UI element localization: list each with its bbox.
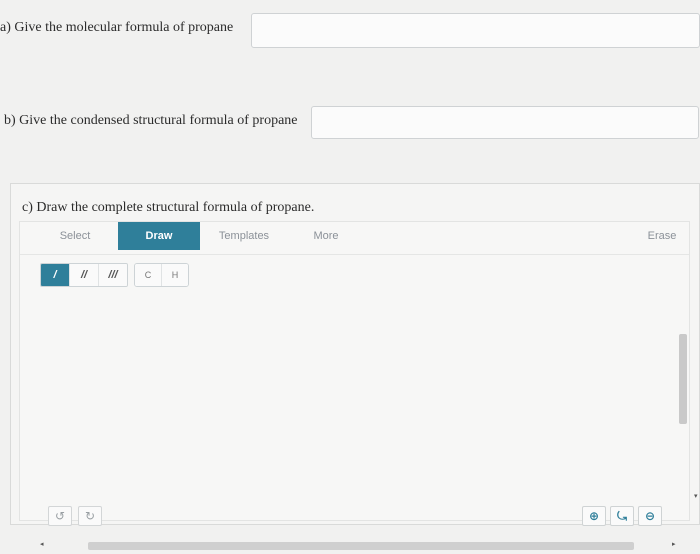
zoom-in-icon[interactable]: ⊕	[582, 506, 606, 526]
triple-bond-button[interactable]: ///	[99, 264, 127, 286]
hydrogen-atom-button[interactable]: H	[162, 264, 188, 286]
tab-templates[interactable]: Templates	[208, 222, 280, 250]
scroll-left-arrow[interactable]: ◂	[40, 540, 44, 548]
condensed-formula-input[interactable]	[311, 106, 699, 139]
single-bond-button[interactable]: /	[41, 264, 70, 286]
drawing-question-panel: c) Draw the complete structural formula …	[10, 183, 700, 550]
page-vertical-scrollbar[interactable]	[679, 334, 687, 424]
zoom-reset-icon[interactable]: ⤿	[610, 506, 634, 526]
tab-draw[interactable]: Draw	[118, 222, 200, 250]
toolbar-divider	[20, 254, 689, 255]
tab-erase[interactable]: Erase	[636, 222, 688, 250]
redo-icon[interactable]: ↻	[78, 506, 102, 526]
scroll-right-arrow[interactable]: ▸	[672, 540, 676, 548]
question-b-label: b) Give the condensed structural formula…	[4, 113, 298, 128]
drawing-canvas[interactable]	[20, 292, 689, 482]
horizontal-scrollbar[interactable]	[88, 542, 634, 550]
question-c-label: c) Draw the complete structural formula …	[22, 200, 315, 215]
question-a-label: a) Give the molecular formula of propane	[0, 20, 234, 35]
molecular-formula-input[interactable]	[251, 13, 700, 48]
tab-more[interactable]: More	[298, 222, 354, 250]
zoom-controls: ⊕ ⤿ ⊖	[582, 506, 662, 526]
page-scroll-down-arrow[interactable]: ▾	[694, 492, 698, 500]
editor-tabbar: Select Draw Templates More Erase	[20, 222, 689, 254]
structure-editor: Select Draw Templates More Erase / // //…	[19, 221, 690, 550]
undo-icon[interactable]: ↺	[48, 506, 72, 526]
history-controls: ↺ ↻	[48, 506, 102, 526]
bond-tool-group: / // ///	[40, 263, 128, 287]
double-bond-button[interactable]: //	[70, 264, 99, 286]
carbon-atom-button[interactable]: C	[135, 264, 162, 286]
zoom-out-icon[interactable]: ⊖	[638, 506, 662, 526]
tab-select[interactable]: Select	[44, 222, 106, 250]
atom-tool-group: C H	[134, 263, 189, 287]
